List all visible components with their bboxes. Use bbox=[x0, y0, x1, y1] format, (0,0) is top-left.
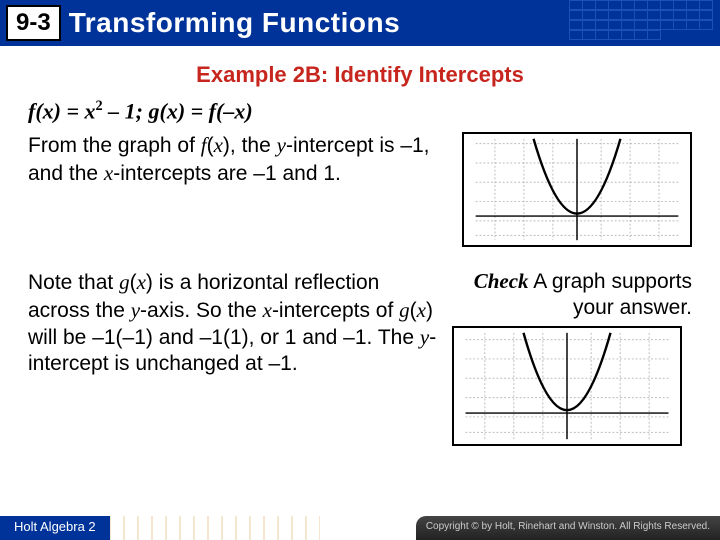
header-title: Transforming Functions bbox=[69, 7, 400, 39]
example-title: Example 2B: Identify Intercepts bbox=[28, 62, 692, 88]
graph-fx bbox=[462, 132, 692, 247]
footer: Holt Algebra 2 Copyright © by Holt, Rine… bbox=[0, 516, 720, 540]
parabola-chart-icon bbox=[464, 134, 690, 245]
check-label: Check bbox=[474, 269, 529, 293]
section-number: 9-3 bbox=[6, 5, 61, 41]
header-grid-decor bbox=[570, 0, 720, 46]
check-note: Check A graph supports your answer. bbox=[452, 269, 692, 319]
intercepts-description: From the graph of f(x), the y-intercept … bbox=[28, 132, 444, 187]
footer-decor bbox=[110, 516, 416, 540]
check-text: A graph supports your answer. bbox=[533, 270, 692, 318]
reflection-note: Note that g(x) is a horizontal reflectio… bbox=[28, 269, 438, 377]
book-title: Holt Algebra 2 bbox=[0, 516, 110, 540]
copyright: Copyright © by Holt, Rinehart and Winsto… bbox=[416, 516, 720, 540]
graph-gx bbox=[452, 326, 682, 446]
content-area: Example 2B: Identify Intercepts f(x) = x… bbox=[0, 46, 720, 446]
equation: f(x) = x2 – 1; g(x) = f(–x) bbox=[28, 98, 692, 124]
header-bar: 9-3 Transforming Functions bbox=[0, 0, 720, 46]
parabola-chart-icon bbox=[454, 328, 680, 444]
